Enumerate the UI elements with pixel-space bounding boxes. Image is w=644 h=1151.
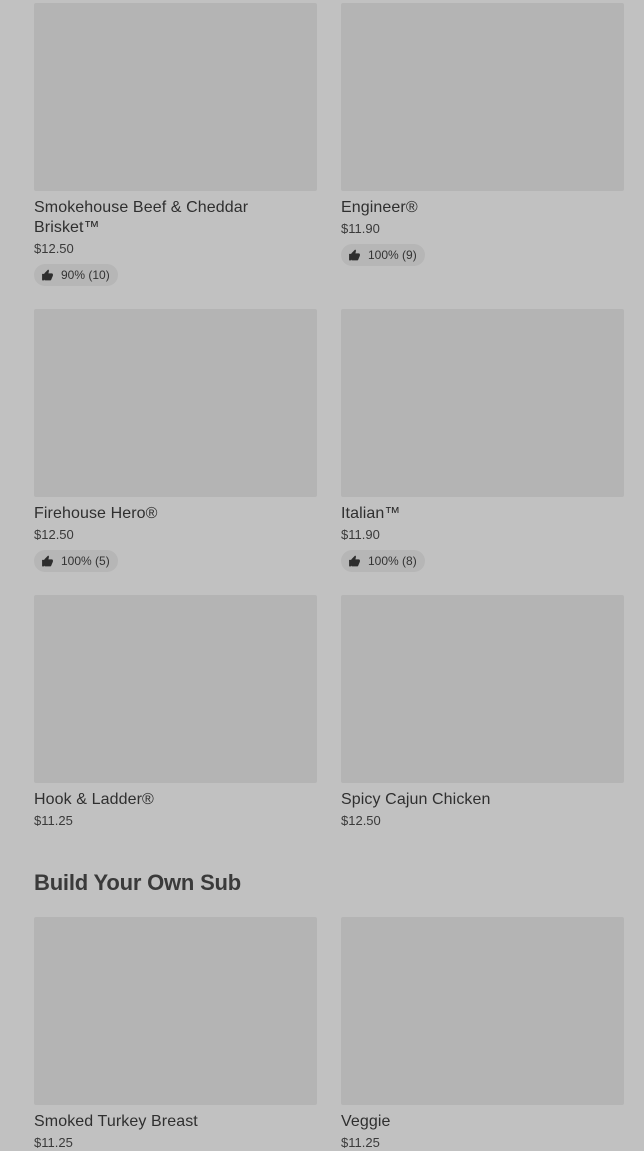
- item-image[interactable]: [341, 3, 624, 191]
- thumbs-up-icon: [42, 269, 53, 280]
- menu-item-card[interactable]: Hook & Ladder® $11.25: [34, 595, 317, 829]
- item-name[interactable]: Hook & Ladder®: [34, 790, 317, 810]
- rating-text: 100% (9): [368, 248, 417, 262]
- byo-grid: Smoked Turkey Breast $11.25 Veggie $11.2…: [34, 917, 624, 1151]
- item-price: $11.25: [34, 1135, 73, 1150]
- item-name[interactable]: Smokehouse Beef & Cheddar Brisket™: [34, 198, 317, 238]
- rating-text: 100% (8): [368, 554, 417, 568]
- menu-item-card[interactable]: Veggie $11.25: [341, 917, 624, 1151]
- item-image[interactable]: [34, 917, 317, 1105]
- item-image[interactable]: [341, 595, 624, 783]
- rating-badge: 100% (8): [341, 550, 425, 572]
- item-price: $11.25: [34, 813, 73, 828]
- item-image[interactable]: [341, 309, 624, 497]
- item-image[interactable]: [34, 309, 317, 497]
- item-image[interactable]: [34, 595, 317, 783]
- item-price: $12.50: [34, 241, 74, 256]
- rating-badge: 90% (10): [34, 264, 118, 286]
- thumbs-up-icon: [42, 555, 53, 566]
- menu-item-card[interactable]: Italian™ $11.90 100% (8): [341, 309, 624, 573]
- thumbs-up-icon: [349, 555, 360, 566]
- item-name[interactable]: Italian™: [341, 504, 624, 524]
- item-price: $12.50: [341, 813, 381, 828]
- menu-item-card[interactable]: Firehouse Hero® $12.50 100% (5): [34, 309, 317, 573]
- rating-badge: 100% (9): [341, 244, 425, 266]
- item-name[interactable]: Spicy Cajun Chicken: [341, 790, 624, 810]
- item-name[interactable]: Firehouse Hero®: [34, 504, 317, 524]
- rating-text: 100% (5): [61, 554, 110, 568]
- menu-item-card[interactable]: Spicy Cajun Chicken $12.50: [341, 595, 624, 829]
- rating-badge: 100% (5): [34, 550, 118, 572]
- menu-item-card[interactable]: Engineer® $11.90 100% (9): [341, 3, 624, 287]
- item-price: $11.90: [341, 527, 380, 542]
- menu-grid-row-2: Firehouse Hero® $12.50 100% (5) Italian™…: [34, 309, 624, 573]
- menu-grid-row-3: Hook & Ladder® $11.25 Spicy Cajun Chicke…: [34, 595, 624, 829]
- menu-item-card[interactable]: Smoked Turkey Breast $11.25: [34, 917, 317, 1151]
- item-name[interactable]: Veggie: [341, 1112, 624, 1132]
- thumbs-up-icon: [349, 249, 360, 260]
- menu-grid-row-1: Smokehouse Beef & Cheddar Brisket™ $12.5…: [34, 3, 624, 287]
- section-title: Build Your Own Sub: [34, 870, 242, 895]
- item-image[interactable]: [34, 3, 317, 191]
- item-price: $11.25: [341, 1135, 380, 1150]
- item-price: $11.90: [341, 221, 380, 236]
- rating-text: 90% (10): [61, 268, 110, 282]
- item-price: $12.50: [34, 527, 74, 542]
- menu-item-card[interactable]: Smokehouse Beef & Cheddar Brisket™ $12.5…: [34, 3, 317, 287]
- item-name[interactable]: Smoked Turkey Breast: [34, 1112, 317, 1132]
- item-image[interactable]: [341, 917, 624, 1105]
- item-name[interactable]: Engineer®: [341, 198, 624, 218]
